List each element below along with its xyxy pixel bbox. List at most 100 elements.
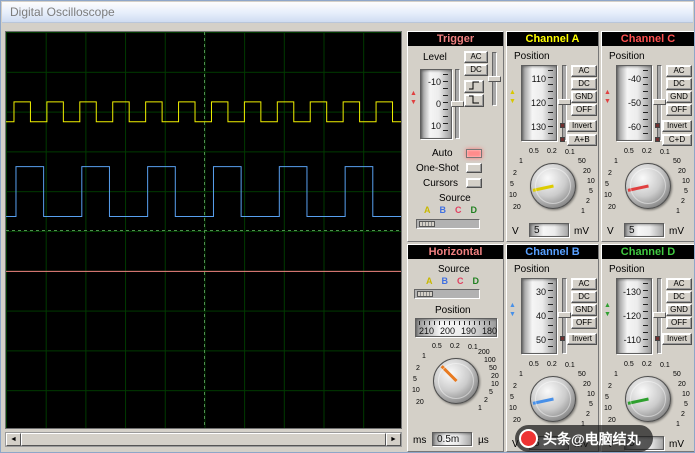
knob-scale-value: 0.5: [432, 343, 442, 350]
trigger-dc-button[interactable]: DC: [464, 64, 488, 76]
off-button[interactable]: OFF: [571, 317, 597, 329]
position-scale-value: -50: [627, 98, 641, 108]
horizontal-source-slider-thumb[interactable]: [417, 291, 433, 297]
ac-button[interactable]: AC: [666, 65, 692, 77]
horizontal-scrollbar[interactable]: ◄ ►: [5, 432, 402, 447]
knob-scale-value: 10: [412, 387, 420, 394]
toutiao-logo-icon: [519, 429, 538, 448]
knob-scale-value: 20: [678, 381, 686, 388]
off-button[interactable]: OFF: [666, 104, 692, 116]
off-button[interactable]: OFF: [571, 104, 597, 116]
dc-button[interactable]: DC: [666, 291, 692, 303]
trigger-source-slider[interactable]: [416, 219, 480, 229]
cursors-button[interactable]: [466, 178, 482, 188]
trigger-edge-falling-button[interactable]: [464, 94, 484, 107]
knob-scale-value: 0.5: [529, 361, 539, 368]
position-down-arrow-icon[interactable]: ▼: [509, 98, 516, 106]
level-up-arrow-icon[interactable]: ▲: [410, 90, 417, 98]
knob-scale-value: 5: [605, 394, 609, 401]
gain-knob[interactable]: [530, 163, 576, 209]
off-button[interactable]: OFF: [666, 317, 692, 329]
position-up-arrow-icon[interactable]: ▲: [604, 89, 611, 97]
scroll-left-icon[interactable]: ◄: [6, 433, 21, 446]
dc-button[interactable]: DC: [571, 78, 597, 90]
knob-scale-value: 10: [587, 391, 595, 398]
trigger-level-slider-thumb[interactable]: [451, 100, 464, 107]
source-channel-d: D: [470, 205, 478, 215]
knob-scale-value: 0.2: [642, 361, 652, 368]
position-up-arrow-icon[interactable]: ▲: [604, 302, 611, 310]
horizontal-position-label: Position: [435, 305, 471, 316]
position-label: Position: [514, 264, 550, 275]
position-slider-thumb[interactable]: [558, 312, 571, 319]
invert-button[interactable]: Invert: [567, 333, 597, 345]
knob-scale-value: 1: [676, 421, 680, 428]
invert-button[interactable]: Invert: [662, 120, 692, 132]
position-slider-thumb[interactable]: [558, 99, 571, 106]
position-display: 30 40 50: [521, 278, 557, 354]
trigger-coupling-slider-thumb[interactable]: [488, 76, 501, 83]
gain-knob[interactable]: [530, 376, 576, 422]
trigger-coupling-slider[interactable]: [488, 52, 501, 106]
knob-scale-value: 0.1: [660, 362, 670, 369]
invert-button[interactable]: Invert: [567, 120, 597, 132]
gnd-button[interactable]: GND: [666, 91, 692, 103]
invert-led: [560, 123, 565, 128]
level-label: Level: [423, 52, 447, 63]
position-down-arrow-icon[interactable]: ▼: [604, 311, 611, 319]
invert-button[interactable]: Invert: [662, 333, 692, 345]
position-scale-value: -130: [622, 287, 641, 298]
gnd-button[interactable]: GND: [571, 91, 597, 103]
trigger-edge-rising-button[interactable]: [464, 80, 484, 93]
position-scale-value: 50: [535, 334, 546, 345]
position-up-arrow-icon[interactable]: ▲: [509, 89, 516, 97]
position-down-arrow-icon[interactable]: ▼: [604, 98, 611, 106]
gain-knob[interactable]: [625, 376, 671, 422]
dc-button[interactable]: DC: [571, 291, 597, 303]
one-shot-button[interactable]: [466, 163, 482, 173]
knob-scale-value: 10: [682, 178, 690, 185]
gnd-button[interactable]: GND: [666, 304, 692, 316]
gnd-button[interactable]: GND: [571, 304, 597, 316]
position-slider-thumb[interactable]: [653, 312, 666, 319]
knob-scale-value: 0.2: [450, 343, 460, 350]
scrollbar-thumb[interactable]: [21, 433, 386, 446]
channel-c-title: Channel C: [602, 32, 694, 46]
auto-led[interactable]: [466, 149, 482, 158]
window-titlebar[interactable]: Digital Oscilloscope: [2, 2, 693, 23]
knob-scale-value: 1: [478, 405, 482, 412]
source-channel-c: C: [457, 276, 464, 286]
source-channel-b: B: [439, 205, 447, 215]
position-slider-thumb[interactable]: [653, 99, 666, 106]
knob-scale-value: 10: [604, 192, 612, 199]
ac-button[interactable]: AC: [571, 278, 597, 290]
gain-knob-scale: 0.50.20.11251020502010521: [509, 361, 598, 433]
level-down-arrow-icon[interactable]: ▼: [410, 99, 417, 107]
position-up-arrow-icon[interactable]: ▲: [509, 302, 516, 310]
position-scale-ticks: [548, 283, 553, 349]
dc-button[interactable]: DC: [666, 78, 692, 90]
horizontal-source-slider[interactable]: [414, 289, 480, 299]
one-shot-label: One-Shot: [416, 163, 459, 174]
ac-button[interactable]: AC: [571, 65, 597, 77]
trigger-ac-button[interactable]: AC: [464, 51, 488, 63]
channel-a-trace: [6, 101, 401, 123]
timebase-value-display: 0.5m: [432, 432, 472, 446]
scroll-right-icon[interactable]: ►: [386, 433, 401, 446]
ac-button[interactable]: AC: [666, 278, 692, 290]
trigger-level-slider[interactable]: [451, 69, 464, 139]
knob-scale-value: 10: [587, 178, 595, 185]
gain-knob[interactable]: [625, 163, 671, 209]
knob-scale-value: 20: [416, 399, 424, 406]
falling-edge-icon: [469, 95, 479, 104]
watermark: 头条@电脑结丸: [515, 425, 653, 452]
timebase-knob-scale: 0.5 0.2 0.1 1 2 5 10 20 200 100 50 20 10 5 2 1: [412, 343, 501, 417]
trigger-source-slider-thumb[interactable]: [419, 221, 435, 227]
millivolts-unit-label: mV: [574, 226, 589, 237]
timebase-knob[interactable]: [433, 358, 479, 404]
volts-unit-label: V: [512, 226, 519, 237]
sum-a-plus-b-button[interactable]: A+B: [567, 134, 597, 146]
sum-c-plus-d-button[interactable]: C+D: [662, 134, 692, 146]
position-down-arrow-icon[interactable]: ▼: [509, 311, 516, 319]
milliseconds-unit-label: ms: [413, 435, 427, 446]
